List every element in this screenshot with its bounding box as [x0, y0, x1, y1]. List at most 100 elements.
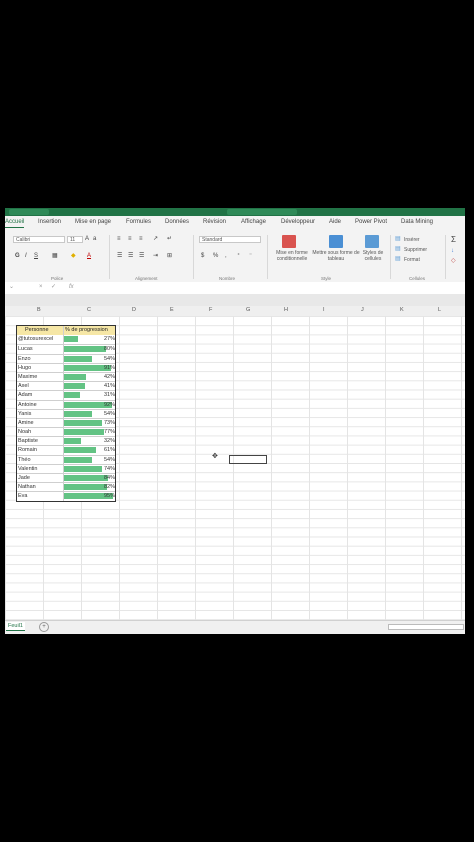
selected-cell[interactable] [229, 455, 267, 464]
person-name[interactable]: Romain [18, 447, 37, 453]
tab-data-mining[interactable]: Data Mining [401, 219, 433, 225]
increase-decimal-icon[interactable]: ⁺ [237, 253, 240, 260]
progress-cell[interactable]: 80% [63, 345, 116, 354]
progress-cell[interactable]: 61% [63, 446, 116, 455]
italic-icon[interactable]: I [25, 253, 27, 260]
person-name[interactable]: Yanis [18, 411, 31, 417]
person-name[interactable]: Théo [18, 457, 31, 463]
add-sheet-icon[interactable]: + [39, 622, 49, 632]
format-as-table-icon[interactable] [329, 235, 343, 248]
sheet-tab[interactable]: Feuil1 [6, 622, 25, 631]
tab-affichage[interactable]: Affichage [241, 219, 266, 225]
tab-donnees[interactable]: Données [165, 219, 189, 225]
fill-down-icon[interactable]: ↓ [451, 248, 454, 255]
column-header[interactable]: J [361, 307, 364, 313]
cancel-icon[interactable]: × [39, 284, 43, 291]
person-name[interactable]: @tutosurexcel [18, 336, 53, 342]
column-header[interactable]: E [170, 307, 174, 313]
progress-cell[interactable]: 73% [63, 418, 116, 428]
column-header[interactable]: D [132, 307, 136, 313]
border-icon[interactable]: ▦ [52, 253, 58, 260]
format-as-table-button[interactable]: Mettre sous forme de tableau [312, 250, 360, 262]
column-header[interactable]: F [209, 307, 212, 313]
progress-cell[interactable]: 77% [63, 428, 116, 437]
indent-icon[interactable]: ⇥ [153, 253, 158, 260]
person-name[interactable]: Noah [18, 429, 31, 435]
align-right-icon[interactable]: ☰ [139, 253, 144, 260]
tab-aide[interactable]: Aide [329, 219, 341, 225]
progress-cell[interactable]: 84% [63, 474, 116, 483]
underline-icon[interactable]: S [34, 253, 38, 260]
progress-cell[interactable]: 54% [63, 409, 116, 418]
tab-mise-en-page[interactable]: Mise en page [75, 219, 111, 225]
column-header[interactable]: H [284, 307, 288, 313]
cell-styles-icon[interactable] [365, 235, 379, 248]
currency-icon[interactable]: $ [201, 253, 204, 260]
person-name[interactable]: Hugo [18, 365, 31, 371]
tab-power-pivot[interactable]: Power Pivot [355, 219, 387, 225]
column-header[interactable]: L [438, 307, 441, 313]
align-bottom-icon[interactable]: ≡ [139, 236, 143, 243]
bold-icon[interactable]: G [15, 253, 20, 260]
tab-insertion[interactable]: Insertion [38, 219, 61, 225]
progress-cell[interactable]: 54% [63, 354, 116, 363]
font-color-icon[interactable]: A [87, 253, 91, 260]
clear-icon[interactable]: ◇ [451, 258, 456, 265]
tab-accueil[interactable]: Accueil [5, 219, 25, 228]
person-name[interactable]: Nathan [18, 484, 36, 490]
column-header[interactable]: G [246, 307, 250, 313]
sum-icon[interactable]: Σ [451, 236, 456, 244]
fill-color-icon[interactable]: ◆ [71, 253, 76, 260]
conditional-format-icon[interactable] [282, 235, 296, 248]
tab-developpeur[interactable]: Développeur [281, 219, 315, 225]
column-header[interactable]: K [400, 307, 404, 313]
confirm-icon[interactable]: ✓ [51, 284, 56, 291]
orientation-icon[interactable]: ↗ [153, 236, 158, 243]
progress-cell[interactable]: 41% [63, 382, 116, 391]
header-personne[interactable]: Personne [25, 327, 49, 333]
cell-styles-button[interactable]: Styles de cellules [360, 250, 386, 262]
decrease-decimal-icon[interactable]: ⁻ [249, 253, 252, 260]
person-name[interactable]: Enzo [18, 356, 31, 362]
merge-icon[interactable]: ⊞ [167, 253, 172, 260]
align-top-icon[interactable]: ≡ [117, 236, 121, 243]
person-name[interactable]: Adam [18, 392, 32, 398]
search-box[interactable] [227, 209, 297, 215]
shrink-font-icon[interactable]: a [93, 236, 96, 243]
progress-cell[interactable]: 82% [63, 483, 116, 492]
person-name[interactable]: Axel [18, 383, 29, 389]
person-name[interactable]: Valentin [18, 466, 37, 472]
percent-icon[interactable]: % [213, 253, 218, 260]
font-size-select[interactable]: 11 [67, 236, 83, 243]
column-header[interactable]: B [37, 307, 41, 313]
thousands-icon[interactable]: , [225, 253, 227, 260]
progress-cell[interactable]: 92% [63, 400, 116, 409]
delete-button[interactable]: Supprimer [404, 247, 427, 253]
person-name[interactable]: Eva [18, 493, 27, 499]
person-name[interactable]: Antoine [18, 402, 37, 408]
quick-access-toolbar[interactable] [9, 209, 49, 215]
progress-cell[interactable]: 74% [63, 464, 116, 473]
insert-button[interactable]: Insérer [404, 237, 420, 243]
tab-revision[interactable]: Révision [203, 219, 226, 225]
align-middle-icon[interactable]: ≡ [128, 236, 132, 243]
person-name[interactable]: Lucas [18, 346, 33, 352]
fx-icon[interactable]: fx [69, 284, 74, 291]
grow-font-icon[interactable]: A [85, 236, 89, 243]
progress-cell[interactable]: 42% [63, 372, 116, 382]
person-name[interactable]: Amine [18, 420, 34, 426]
progress-cell[interactable]: 27% [63, 335, 116, 345]
person-name[interactable]: Jade [18, 475, 30, 481]
tab-formules[interactable]: Formules [126, 219, 151, 225]
name-box-dropdown-icon[interactable]: ⌄ [9, 284, 14, 291]
person-name[interactable]: Baptiste [18, 438, 38, 444]
format-button[interactable]: Format [404, 257, 420, 263]
horizontal-scrollbar[interactable] [388, 624, 464, 630]
column-header[interactable]: I [323, 307, 325, 313]
number-format-select[interactable]: Standard [199, 236, 261, 243]
person-name[interactable]: Maxime [18, 374, 37, 380]
align-left-icon[interactable]: ☰ [117, 253, 122, 260]
font-name-select[interactable]: Calibri [13, 236, 65, 243]
progress-cell[interactable]: 31% [63, 391, 116, 400]
progress-cell[interactable]: 54% [63, 455, 116, 464]
